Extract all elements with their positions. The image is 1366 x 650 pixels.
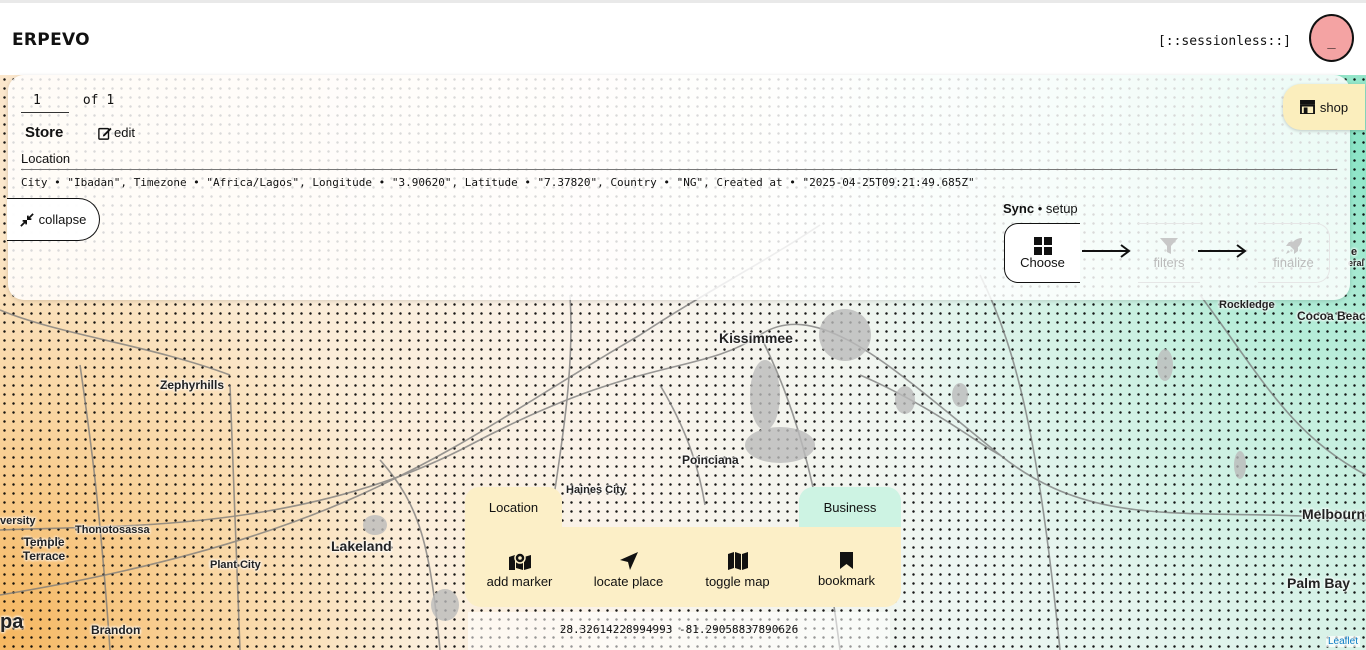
store-panel: 1 of 1 Store edit Location City • "Ibada… (7, 75, 1350, 300)
place-label: Melbourne (1302, 506, 1366, 522)
app-header: ERPEVO [::sessionless::] (0, 3, 1366, 75)
place-label: Rockledge (1219, 299, 1275, 311)
tool-label: toggle map (705, 573, 770, 589)
place-label: Lakeland (331, 538, 392, 554)
place-label: eral (1348, 258, 1365, 268)
map-attribution-link[interactable]: Leaflet (1325, 636, 1360, 647)
tab-location[interactable]: Location (465, 487, 562, 527)
avatar-glyph: _ (1327, 33, 1336, 49)
avatar[interactable]: _ (1309, 14, 1354, 62)
shop-button[interactable]: shop (1283, 84, 1365, 130)
store-title: Store (25, 124, 64, 141)
add-marker-button[interactable]: add marker (465, 527, 574, 607)
place-label: Palm Bay (1287, 575, 1351, 591)
tool-label: bookmark (817, 573, 876, 588)
tab-label: Business (823, 499, 877, 515)
collapse-button[interactable]: collapse (7, 198, 100, 241)
tool-label: add marker (486, 573, 553, 589)
sync-title-rest: • setup (1034, 201, 1078, 216)
filter-icon (1160, 237, 1178, 254)
grid-icon (1033, 236, 1052, 255)
rocket-icon (1285, 237, 1302, 254)
session-status: [::sessionless::] (1157, 34, 1291, 49)
edit-button[interactable]: edit (98, 125, 135, 140)
locate-place-button[interactable]: locate place (574, 527, 683, 607)
place-label: Haines City (566, 484, 626, 496)
place-label: Temple Terrace (22, 535, 66, 563)
edit-icon (98, 127, 112, 140)
pager-of-label: of (82, 93, 99, 108)
step-filters[interactable]: filters (1138, 223, 1200, 283)
tab-business[interactable]: Business (799, 487, 901, 527)
edit-label: edit (114, 125, 135, 140)
store-icon (1299, 100, 1315, 114)
location-details: City • "Ibadan", Timezone • "Africa/Lago… (21, 176, 975, 189)
collapse-icon (19, 212, 34, 227)
bookmark-button[interactable]: bookmark (792, 527, 901, 607)
arrow-right-icon (1082, 244, 1131, 258)
step-label: finalize (1273, 254, 1314, 270)
arrow-right-icon (1198, 244, 1247, 258)
step-label: Choose (1020, 254, 1065, 270)
place-label: e (1351, 246, 1358, 258)
step-finalize[interactable]: finalize (1258, 223, 1330, 283)
location-label: Location (21, 151, 71, 166)
sync-title-bold: Sync (1003, 201, 1035, 216)
tool-label: locate place (593, 573, 664, 589)
map-marker-icon (508, 551, 531, 570)
place-label: Poinciana (682, 453, 739, 467)
step-label: filters (1153, 254, 1185, 270)
location-arrow-icon (619, 551, 638, 570)
page-number-input[interactable]: 1 (21, 91, 69, 113)
place-label: Thonotosassa (75, 524, 150, 536)
place-label: pa (0, 611, 24, 633)
pager: 1 of 1 (21, 91, 114, 113)
place-label: Plant City (210, 559, 261, 571)
map-toolbar: add marker locate place toggle map bookm… (465, 527, 901, 607)
place-label: Kissimmee (719, 330, 793, 346)
collapse-label: collapse (38, 212, 87, 227)
place-label: Zephyrhills (160, 378, 225, 392)
brand-logo[interactable]: ERPEVO (12, 30, 90, 50)
map-icon (727, 551, 748, 570)
cursor-coordinates: 28.32614228994993 -81.29058837890626 (468, 612, 890, 650)
pager-total: 1 (106, 93, 115, 108)
toggle-map-button[interactable]: toggle map (683, 527, 792, 607)
place-label: versity (0, 515, 36, 527)
bookmark-icon (840, 552, 853, 569)
sync-title: Sync • setup (1003, 201, 1078, 216)
place-label: Cocoa Beach (1297, 309, 1366, 323)
divider (21, 169, 1337, 170)
tab-label: Location (488, 499, 539, 515)
place-label: Brandon (91, 623, 141, 637)
shop-label: shop (1319, 99, 1349, 115)
step-choose[interactable]: Choose (1004, 223, 1080, 283)
